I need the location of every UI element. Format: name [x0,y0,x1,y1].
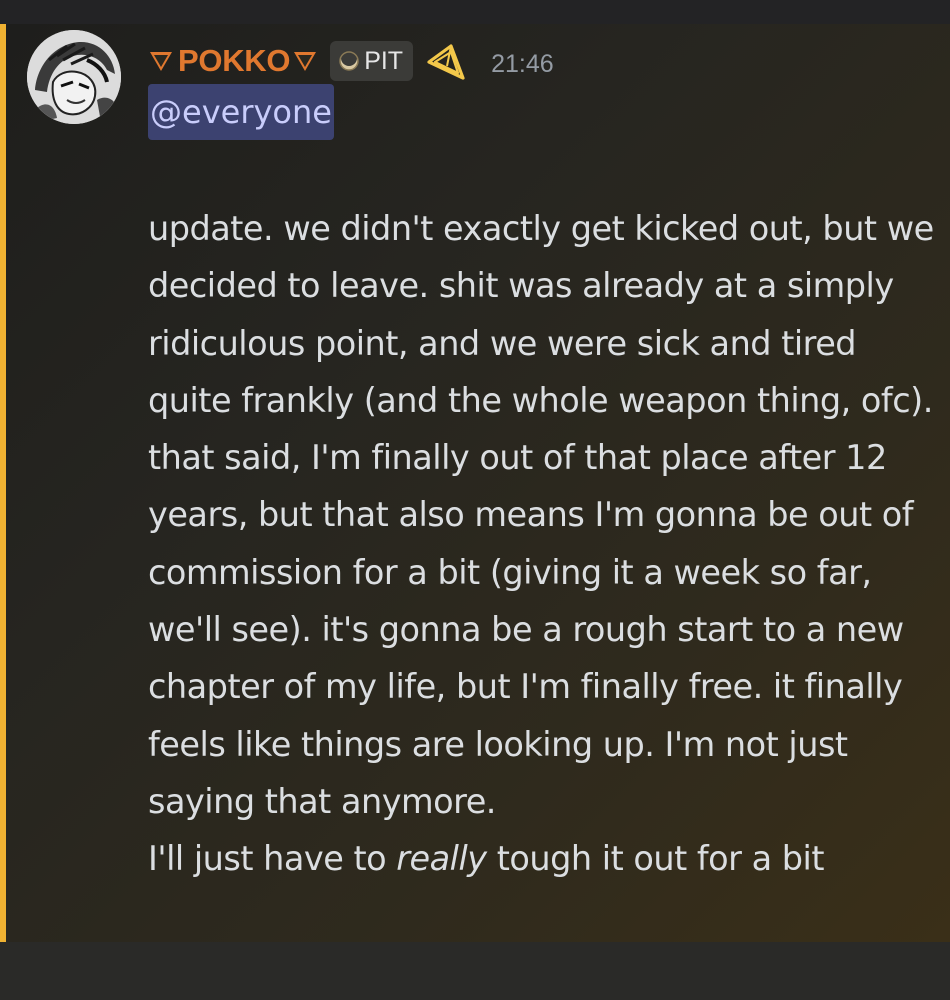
text-segment: tough it out for a bit [486,839,825,879]
top-strip [0,0,950,24]
text-segment: I'll just have to [148,839,397,879]
italic-text: really [396,839,487,879]
avatar[interactable] [27,30,121,124]
mention-highlight-bar [0,24,6,942]
author-name[interactable]: POKKO [178,43,290,79]
yellow-geometric-badge-icon[interactable] [425,40,467,82]
server-tag[interactable]: PIT [330,41,414,81]
message-paragraph: update. we didn't exactly get kicked out… [148,209,934,821]
triangle-down-icon [294,51,317,71]
moon-icon [339,50,359,71]
server-tag-text: PIT [364,46,404,75]
message-paragraph: I'll just have to really tough it out fo… [148,830,938,887]
message-body: update. we didn't exactly get kicked out… [148,200,938,888]
timestamp[interactable]: 21:46 [491,44,554,79]
message-header: POKKO PIT 21:46 [150,38,554,84]
triangle-down-icon [150,51,172,71]
chat-message[interactable]: POKKO PIT 21:46 @everyone update. we did… [0,24,950,942]
everyone-mention[interactable]: @everyone [148,84,334,140]
bottom-strip [0,942,950,1000]
avatar-image [27,30,121,124]
